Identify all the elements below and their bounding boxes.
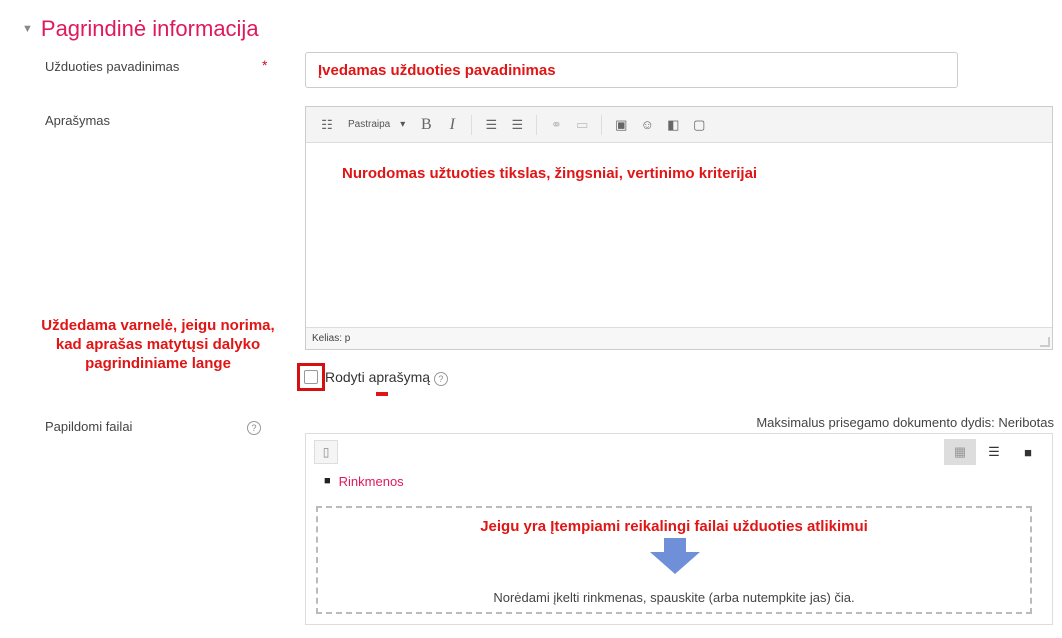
image-icon[interactable]: ▣	[610, 114, 632, 136]
extra-files-label: Papildomi failai	[45, 419, 133, 434]
bold-icon[interactable]: B	[415, 114, 437, 136]
file-manager: ▯ ▦ ☰ ■ ■ Rinkmenos Jeigu yra Įtempiami …	[305, 433, 1053, 625]
italic-icon[interactable]: I	[441, 114, 463, 136]
link-icon[interactable]: ⚭	[545, 114, 567, 136]
description-editor[interactable]: ☷ Pastraipa ▾ B I ☰ ☰ ⚭ ▭ ▣ ☺ ◧ ▢ Nurodo…	[305, 106, 1053, 350]
description-label: Aprašymas	[45, 113, 111, 128]
editor-path: Kelias: p	[306, 327, 1052, 349]
format-select-value: Pastraipa	[348, 119, 391, 130]
editor-toolbar: ☷ Pastraipa ▾ B I ☰ ☰ ⚭ ▭ ▣ ☺ ◧ ▢	[306, 107, 1052, 143]
toolbar-toggle-icon[interactable]: ☷	[316, 114, 338, 136]
toolbar-divider	[536, 114, 538, 135]
folder-icon: ■	[324, 475, 331, 487]
help-icon[interactable]: ?	[433, 372, 448, 386]
help-icon[interactable]: ?	[247, 421, 261, 435]
folder-breadcrumb-link[interactable]: Rinkmenos	[339, 474, 404, 489]
description-annotation: Nurodomas užtuoties tikslas, žingsniai, …	[342, 165, 758, 182]
show-description-label: Rodyti aprašymą	[325, 369, 431, 385]
show-description-checkbox[interactable]	[304, 370, 318, 384]
download-arrow-icon	[650, 538, 700, 574]
red-underline-mark	[376, 392, 388, 396]
numbered-list-icon[interactable]: ☰	[506, 114, 528, 136]
chevron-down-icon: ▾	[400, 119, 406, 130]
assignment-name-input[interactable]: Įvedamas užduoties pavadinimas	[305, 52, 958, 88]
collapse-caret-icon[interactable]: ▼	[22, 23, 33, 35]
file-manager-icon[interactable]: ▢	[688, 114, 710, 136]
required-mark: *	[262, 57, 268, 73]
section-title: Pagrindinė informacija	[40, 16, 259, 41]
dropzone-hint: Norėdami įkelti rinkmenas, spauskite (ar…	[493, 590, 855, 605]
add-file-icon[interactable]: ▯	[314, 440, 338, 464]
file-dropzone[interactable]: Jeigu yra Įtempiami reikalingi failai už…	[316, 506, 1032, 614]
bullet-list-icon[interactable]: ☰	[480, 114, 502, 136]
emoji-icon[interactable]: ☺	[636, 114, 658, 136]
toolbar-divider	[471, 114, 473, 135]
unlink-icon[interactable]: ▭	[571, 114, 593, 136]
max-size-text: Maksimalus prisegamo dokumento dydis: Ne…	[756, 415, 1054, 430]
paragraph-format-select[interactable]: Pastraipa ▾	[342, 119, 411, 130]
tree-view-folder-icon[interactable]: ■	[1012, 439, 1044, 465]
list-view-icon[interactable]: ☰	[978, 439, 1010, 465]
editor-content[interactable]: Nurodomas užtuoties tikslas, žingsniai, …	[306, 143, 1052, 329]
toolbar-divider	[601, 114, 603, 135]
checkbox-annotation: Uždedama varnelė, jeigu norima, kad apra…	[41, 317, 275, 372]
files-annotation: Jeigu yra Įtempiami reikalingi failai už…	[480, 518, 868, 535]
name-label: Užduoties pavadinimas	[45, 59, 180, 74]
media-icon[interactable]: ◧	[662, 114, 684, 136]
breadcrumb: ■ Rinkmenos	[306, 470, 1052, 492]
name-annotation: Įvedamas užduoties pavadinimas	[318, 62, 556, 79]
grid-view-icon[interactable]: ▦	[944, 439, 976, 465]
resize-handle[interactable]	[1040, 337, 1050, 347]
section-header[interactable]: ▼ Pagrindinė informacija	[22, 16, 259, 42]
show-description-label-group[interactable]: Rodyti aprašymą ?	[325, 369, 448, 386]
